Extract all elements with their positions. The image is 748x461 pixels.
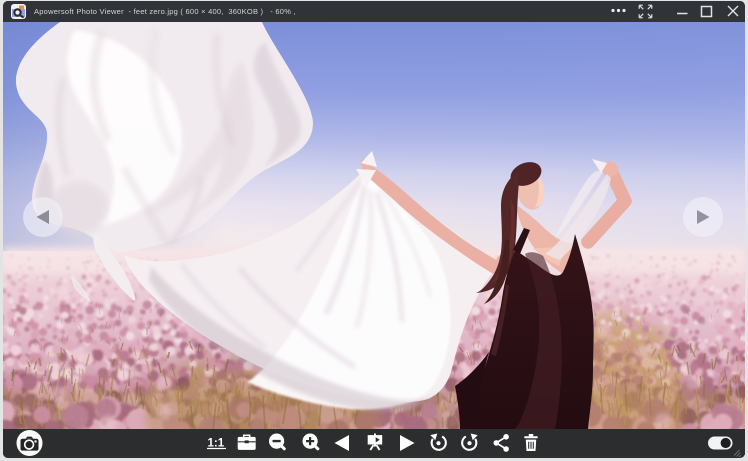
svg-text:1:1: 1:1 (208, 438, 225, 450)
